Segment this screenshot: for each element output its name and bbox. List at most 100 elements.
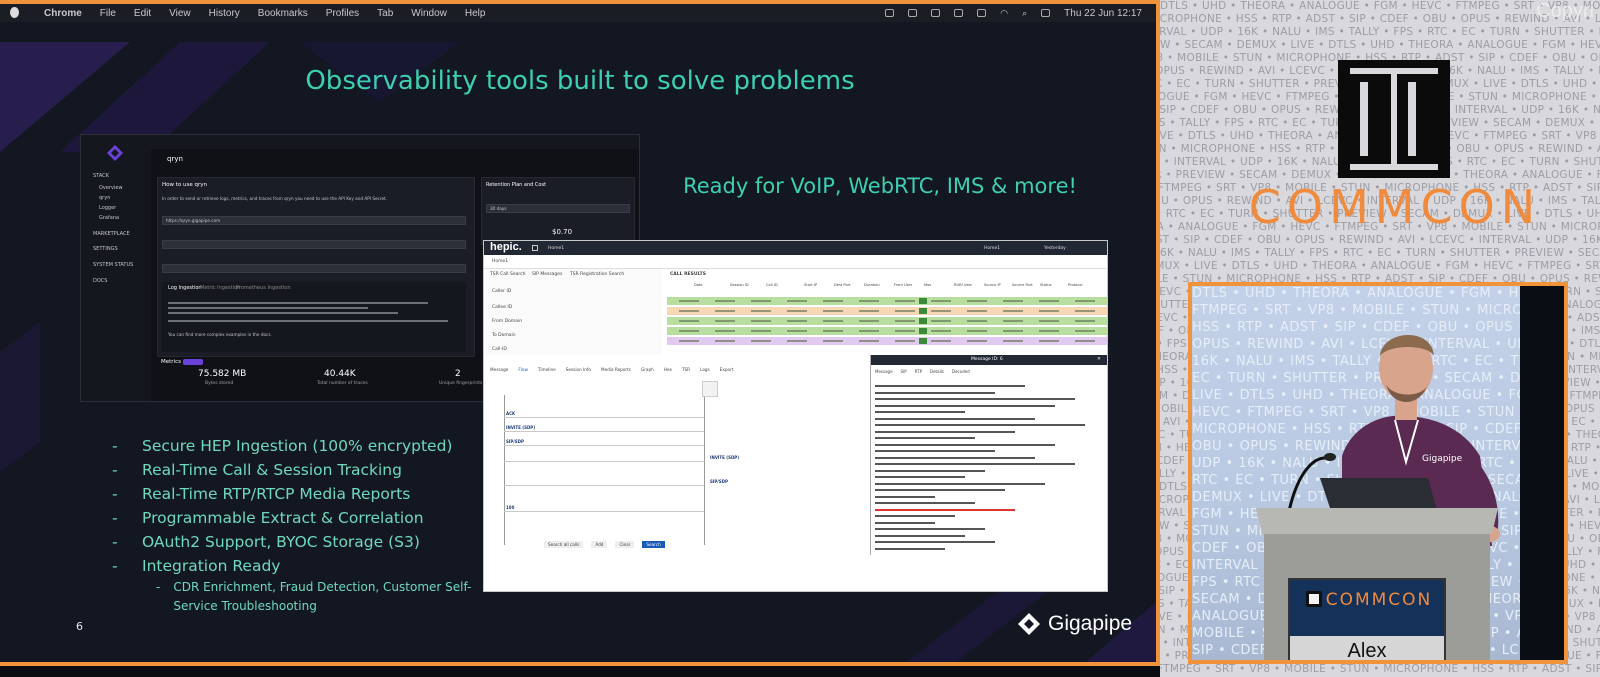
status-icon[interactable] [885,9,895,17]
results-column-header[interactable]: Session ID [730,283,749,287]
menu-edit[interactable]: Edit [134,8,151,19]
flow-tab[interactable]: Message [490,367,508,377]
results-column-header[interactable]: Status [1040,283,1051,287]
menubar-clock[interactable]: Thu 22 Jun 12:17 [1064,8,1142,19]
results-column-header[interactable]: Source IP [984,283,1001,287]
results-row[interactable] [667,317,1107,325]
call-results-tab[interactable]: CALL RESULTS [670,272,706,277]
sidebar-item-system-status[interactable]: SYSTEM STATUS [93,262,133,268]
message-tab[interactable]: SIP [901,369,907,374]
message-tab[interactable]: Details [930,369,944,374]
flow-tab[interactable]: Timeline [538,367,556,377]
sidebar-item-docs[interactable]: DOCS [93,278,107,284]
results-row[interactable] [667,297,1107,305]
flow-arrow [504,461,704,462]
flow-tab[interactable]: Export [720,367,734,377]
menu-history[interactable]: History [209,8,240,19]
sidebar-item-marketplace[interactable]: MARKETPLACE [93,231,130,237]
tab-log-ingestion[interactable]: Log Ingestion [168,285,202,291]
message-tab[interactable]: Message [875,369,893,374]
sidebar-item-grafana[interactable]: Grafana [99,215,119,221]
tab-registration-search[interactable]: TSR Registration Search [570,272,624,277]
results-column-header[interactable]: Dest Port [834,283,851,287]
menu-view[interactable]: View [169,8,191,19]
sidebar-item-overview[interactable]: Overview [99,185,123,191]
flow-label[interactable]: SIP/SDP [710,479,728,484]
api-key-field[interactable] [162,240,466,249]
hepic-topbar-tab[interactable]: Home1 [548,246,564,251]
menu-help[interactable]: Help [465,8,486,19]
field-caller-id[interactable]: Caller ID [492,289,511,294]
results-column-header[interactable]: RURI User [954,283,972,287]
flow-tab[interactable]: TSR [682,367,690,377]
results-column-header[interactable]: Start IP [804,283,817,287]
results-column-header[interactable]: Protocol [1068,283,1082,287]
results-column-header[interactable]: Mos [924,283,931,287]
flow-tab[interactable]: Graph [641,367,654,377]
flow-tab[interactable]: Media Reports [601,367,631,377]
flow-tab[interactable]: Hex [664,367,672,377]
url-field[interactable]: https://qryn.gigapipe.com [162,216,466,225]
flow-label[interactable]: 100 [506,505,514,510]
status-icon[interactable] [931,9,941,17]
menu-file[interactable]: File [100,8,116,19]
flow-tab[interactable]: Flow [518,367,528,377]
flow-tab[interactable]: Session Info [566,367,591,377]
sidebar-item-settings[interactable]: SETTINGS [93,246,118,252]
message-line [875,391,995,394]
field-from-domain[interactable]: From Domain [492,319,522,324]
tab-sip-messages[interactable]: SIP Messages [532,272,562,277]
flow-label[interactable]: ACK [506,411,515,416]
results-row[interactable] [667,337,1107,345]
flow-arrow [504,445,704,446]
field-to-domain[interactable]: To Domain [492,333,516,338]
hepic-user[interactable]: Home1 [984,246,1000,251]
results-column-header[interactable]: From User [894,283,912,287]
wifi-icon[interactable]: ◠ [1000,8,1008,19]
message-tab[interactable]: Decoded [952,369,970,374]
flow-action-button[interactable]: Clear [615,541,635,548]
field-callee-id[interactable]: Callee ID [492,305,512,310]
status-icon[interactable] [954,9,964,17]
results-column-header[interactable]: Source Port [1012,283,1033,287]
sidebar-item-logger[interactable]: Logger [99,205,116,211]
retention-select[interactable]: 30 days [486,204,630,213]
results-column-header[interactable]: Date [694,283,703,287]
results-row[interactable] [667,327,1107,335]
search-icon[interactable]: ⌕ [1022,8,1027,19]
results-column-header[interactable]: Call ID [766,283,778,287]
field-call-id[interactable]: Call-ID [492,347,507,352]
flow-label[interactable]: SIP/SDP [506,439,524,444]
menu-tab[interactable]: Tab [377,8,393,19]
hepic-range[interactable]: Yesterday [1044,246,1066,251]
flow-label[interactable]: INVITE (SDP) [710,455,739,460]
results-column-header[interactable]: Duration [864,283,880,287]
flow-action-button[interactable]: Search all calls [544,541,584,548]
tab-prometheus-ingestion[interactable]: Prometheus Ingestion [236,285,291,291]
results-row[interactable] [667,307,1107,315]
close-icon[interactable]: ✕ [1097,357,1101,362]
search-button[interactable]: Search [642,541,665,548]
flow-tabs: Message Flow Timeline Session Info Media Rep… [484,367,870,377]
flow-tab[interactable]: Logs [700,367,710,377]
menu-app-name[interactable]: Chrome [44,8,82,19]
control-center-icon[interactable] [1041,9,1051,17]
menu-bookmarks[interactable]: Bookmarks [258,8,308,19]
menu-profiles[interactable]: Profiles [326,8,359,19]
tab-call-search[interactable]: TSR Call Search [490,272,525,277]
apple-icon[interactable] [10,7,19,18]
status-icon[interactable] [908,9,918,17]
mos-badge [919,328,927,334]
sidebar-item-stack[interactable]: STACK [93,173,109,179]
grid-icon[interactable] [532,245,538,251]
sidebar-item-qryn[interactable]: qryn [99,195,110,201]
flow-action-button[interactable]: Add [591,541,608,548]
menu-window[interactable]: Window [411,8,447,19]
flow-label[interactable]: INVITE (SDP) [506,425,535,430]
hepic-dashboard-tab[interactable]: Home1 [492,259,508,264]
api-secret-field[interactable] [162,264,466,273]
gigapipe-wordmark: Gigapipe [1048,612,1133,635]
message-tab[interactable]: RTP [915,369,922,374]
battery-icon[interactable] [977,9,987,17]
tab-metric-ingestion[interactable]: Metric Ingestion [200,285,240,291]
